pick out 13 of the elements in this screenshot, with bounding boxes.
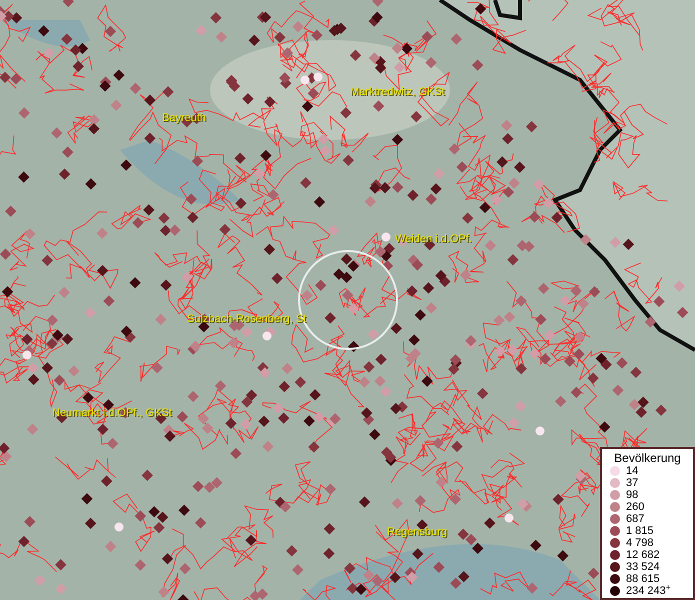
legend-label: 4 798 [626,537,654,549]
legend-label: 687 [626,513,644,525]
city-label: Weiden i.d.OPf. [395,233,472,246]
legend-label: 37 [626,477,638,489]
legend-label: 33 524 [626,561,660,573]
legend-title: Bevölkerung [613,451,682,465]
legend-label: 14 [626,465,638,477]
legend-label: 1 815 [626,525,654,537]
legend-label: 12 682 [626,549,660,561]
legend-label: 88 615 [626,573,660,585]
legend-label: 98 [626,489,638,501]
legend-label: 234 243$^{+}$ [626,585,671,597]
legend-label: 260 [626,501,644,513]
